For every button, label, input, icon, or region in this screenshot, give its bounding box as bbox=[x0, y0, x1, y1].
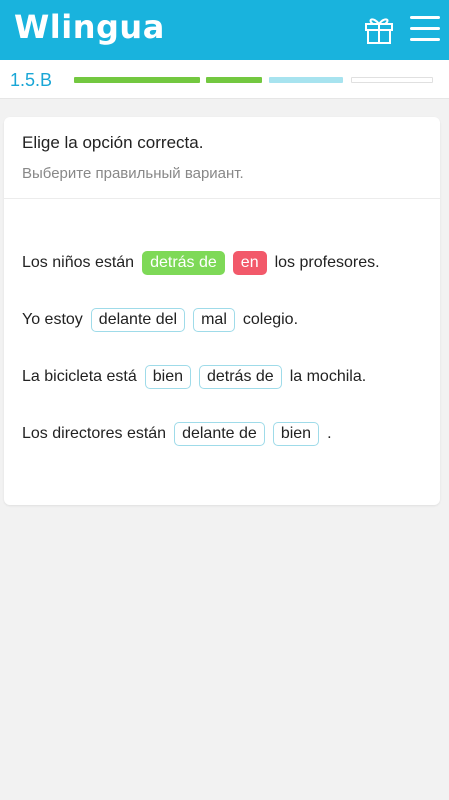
sentence-4: Los directores están delante de bien . bbox=[22, 421, 340, 447]
gift-icon[interactable] bbox=[364, 14, 394, 44]
sentence-text-after: los profesores. bbox=[274, 254, 380, 271]
sentence-1: Los niños están detrás de en los profeso… bbox=[22, 250, 388, 276]
progress-segment-3 bbox=[269, 77, 343, 83]
sentence-text-before: La bicicleta está bbox=[22, 368, 137, 385]
option-chip[interactable]: mal bbox=[193, 308, 235, 332]
progress-segment-1 bbox=[74, 77, 200, 83]
instruction-block: Elige la opción correcta. Выберите прави… bbox=[4, 117, 440, 199]
progress-segment-4 bbox=[351, 77, 433, 83]
option-chip[interactable]: detrás de bbox=[198, 365, 282, 389]
sentence-text-after: . bbox=[327, 425, 332, 442]
option-chip-wrong[interactable]: en bbox=[232, 251, 267, 275]
sentence-text-before: Los directores están bbox=[22, 425, 167, 442]
sentence-text-before: Los niños están bbox=[22, 254, 135, 271]
option-chip[interactable]: delante de bbox=[174, 422, 265, 446]
sentence-text-before: Yo estoy bbox=[22, 311, 83, 328]
sentence-2: Yo estoy delante del mal colegio. bbox=[22, 307, 306, 333]
hamburger-menu-icon[interactable] bbox=[410, 16, 440, 42]
instruction-spanish: Elige la opción correcta. bbox=[22, 133, 204, 152]
instruction-russian: Выберите правильный вариант. bbox=[22, 165, 244, 182]
option-chip[interactable]: bien bbox=[272, 422, 320, 446]
sentence-text-after: colegio. bbox=[242, 311, 299, 328]
sentence-text-after: la mochila. bbox=[289, 368, 367, 385]
lesson-progress-bar: 1.5.B bbox=[0, 60, 449, 99]
sentence-3: La bicicleta está bien detrás de la moch… bbox=[22, 364, 374, 390]
lesson-code: 1.5.B bbox=[10, 70, 53, 90]
app-header: Wlingua bbox=[0, 0, 449, 60]
option-chip[interactable]: bien bbox=[144, 365, 191, 389]
exercise-card: Elige la opción correcta. Выберите прави… bbox=[4, 117, 440, 505]
option-chip[interactable]: delante del bbox=[90, 308, 186, 332]
app-logo[interactable]: Wlingua bbox=[14, 8, 165, 46]
progress-segment-2 bbox=[206, 77, 262, 83]
option-chip-correct[interactable]: detrás de bbox=[142, 251, 225, 275]
